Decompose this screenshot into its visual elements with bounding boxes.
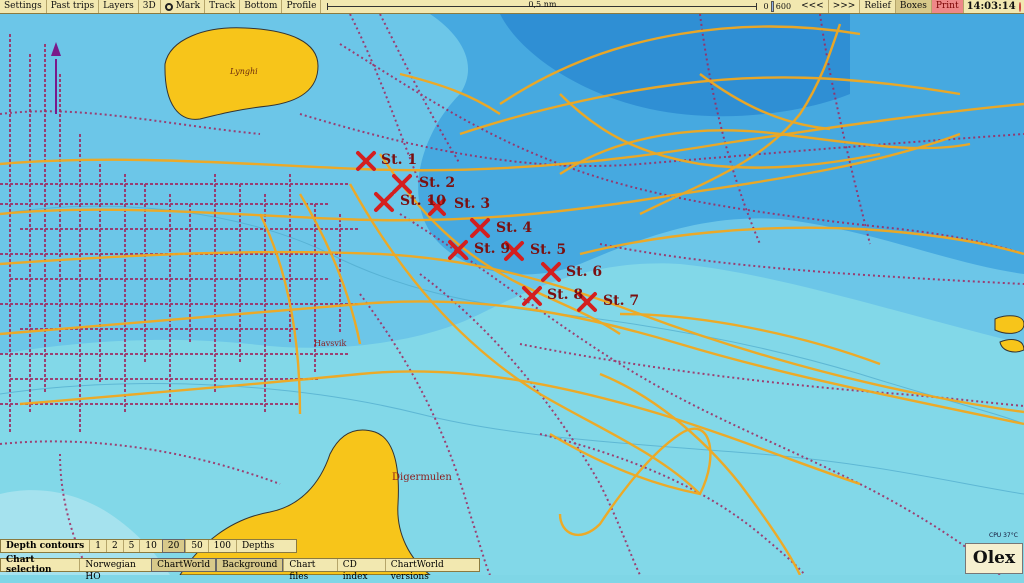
station-label: St. 4 — [496, 220, 533, 236]
relief-button[interactable]: Relief — [860, 0, 896, 13]
chart-option-background[interactable]: Background — [216, 558, 284, 572]
station-label: St. 2 — [419, 175, 456, 191]
island-label: Lynghi — [230, 67, 258, 76]
olex-logo[interactable]: Olex — [965, 543, 1023, 574]
contour-option-5[interactable]: 5 — [122, 540, 140, 552]
cpu-temperature: CPU 37°C — [989, 532, 1018, 539]
depth-contours-bar: Depth contours 1 2 5 10 20 50 100 Depths — [0, 539, 297, 553]
nav-back-button[interactable]: <<< — [797, 0, 829, 13]
chart-selection-label: Chart selection — [6, 555, 52, 575]
mark-label: Mark — [175, 1, 201, 11]
scale-label: 0,5 nm — [528, 0, 557, 9]
layers-button[interactable]: Layers — [99, 0, 139, 13]
station-label: St. 8 — [547, 287, 584, 303]
bottom-button[interactable]: Bottom — [240, 0, 283, 13]
track-button[interactable]: Track — [205, 0, 241, 13]
chart-option-norwegian-ho[interactable]: Norwegian HO — [79, 559, 151, 582]
nav-forward-button[interactable]: >>> — [829, 0, 861, 13]
place-haysvik: Havsvik — [314, 339, 347, 348]
contour-option-20[interactable]: 20 — [161, 539, 186, 553]
place-digermulen: Digermulen — [392, 472, 452, 483]
chart-canvas — [0, 14, 1024, 575]
depth-gradient[interactable] — [770, 1, 774, 12]
station-label: St. 1 — [381, 152, 418, 168]
chart-map[interactable]: Lynghi Havsvik Digermulen St. 1 St. 2 St… — [0, 14, 1024, 575]
cd-index-button[interactable]: CD index — [336, 559, 385, 582]
top-toolbar: Settings Past trips Layers 3D Mark Track… — [0, 0, 1024, 14]
contour-option-1[interactable]: 1 — [89, 540, 106, 552]
chart-option-chartworld[interactable]: ChartWorld — [151, 558, 217, 572]
depths-button[interactable]: Depths — [235, 540, 279, 552]
3d-button[interactable]: 3D — [139, 0, 161, 13]
contour-option-100[interactable]: 100 — [207, 540, 236, 552]
station-label: St. 10 — [400, 193, 446, 209]
station-label: St. 6 — [566, 264, 603, 280]
contour-option-10[interactable]: 10 — [139, 540, 161, 552]
station-label: St. 9 — [474, 241, 511, 257]
chartworld-versions-button[interactable]: ChartWorld versions — [384, 559, 479, 582]
contour-option-2[interactable]: 2 — [105, 540, 123, 552]
depth-min-label: 0 — [763, 2, 769, 11]
print-button[interactable]: Print — [931, 0, 964, 13]
station-label: St. 7 — [603, 293, 640, 309]
chart-selection-bar: Chart selection Norwegian HO ChartWorld … — [0, 555, 480, 582]
profile-button[interactable]: Profile — [282, 0, 322, 13]
target-icon — [164, 2, 173, 11]
settings-button[interactable]: Settings — [0, 0, 47, 13]
scale-bar: 0,5 nm — [327, 0, 758, 13]
clock: 14:03:14 — [966, 1, 1016, 12]
past-trips-button[interactable]: Past trips — [47, 0, 100, 13]
sun-icon — [1018, 1, 1021, 12]
boxes-button[interactable]: Boxes — [895, 0, 932, 13]
station-label: St. 5 — [530, 242, 567, 258]
contour-option-50[interactable]: 50 — [185, 540, 207, 552]
station-label: St. 3 — [454, 196, 491, 212]
chart-files-button[interactable]: Chart files — [283, 559, 336, 582]
mark-button[interactable]: Mark — [161, 0, 206, 13]
depth-contours-label: Depth contours — [6, 541, 85, 551]
land-east — [994, 315, 1024, 334]
depth-max-label: 600 — [775, 2, 792, 11]
